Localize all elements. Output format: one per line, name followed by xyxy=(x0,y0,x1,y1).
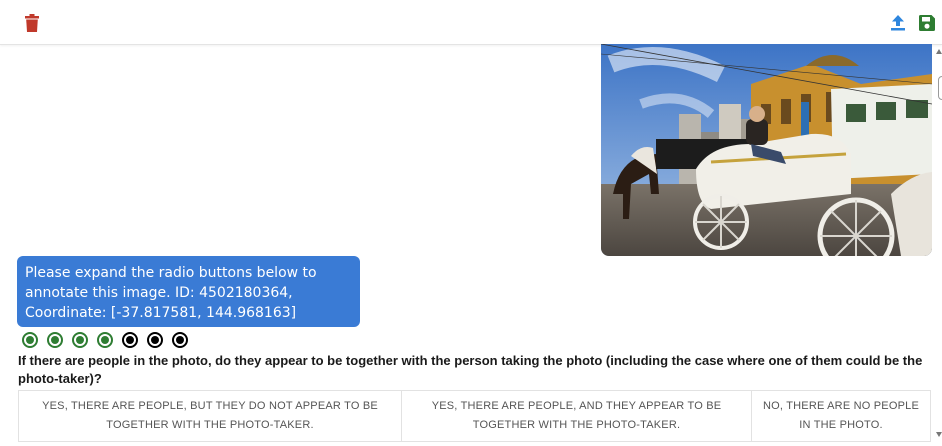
option-people-together[interactable]: YES, THERE ARE PEOPLE, AND THEY APPEAR T… xyxy=(402,391,752,441)
progress-radio-5[interactable] xyxy=(122,332,138,348)
annotation-photo xyxy=(601,44,932,256)
progress-radio-2[interactable] xyxy=(47,332,63,348)
scroll-down-icon[interactable] xyxy=(936,430,942,438)
instruction-tooltip: Please expand the radio buttons below to… xyxy=(17,256,360,327)
progress-radio-1[interactable] xyxy=(22,332,38,348)
upload-button[interactable] xyxy=(888,13,908,33)
question-text: If there are people in the photo, do the… xyxy=(18,353,923,386)
instruction-text: Please expand the radio buttons below to… xyxy=(25,265,317,321)
progress-radio-4[interactable] xyxy=(97,332,113,348)
progress-radio-6[interactable] xyxy=(147,332,163,348)
trash-icon xyxy=(25,14,39,32)
progress-radio-group xyxy=(22,332,188,348)
answer-options: YES, THERE ARE PEOPLE, BUT THEY DO NOT A… xyxy=(18,390,931,442)
upload-icon xyxy=(891,15,905,31)
carriage-photo-illustration xyxy=(601,44,932,256)
save-button[interactable] xyxy=(917,13,937,33)
progress-radio-7[interactable] xyxy=(172,332,188,348)
option-no-people[interactable]: NO, THERE ARE NO PEOPLE IN THE PHOTO. xyxy=(752,391,930,441)
progress-radio-3[interactable] xyxy=(72,332,88,348)
scrollbar-handle[interactable] xyxy=(938,76,942,100)
scroll-up-icon[interactable] xyxy=(936,48,942,56)
delete-button[interactable] xyxy=(22,13,42,33)
option-people-not-together[interactable]: YES, THERE ARE PEOPLE, BUT THEY DO NOT A… xyxy=(19,391,402,441)
toolbar xyxy=(0,0,942,45)
save-icon xyxy=(919,15,935,31)
